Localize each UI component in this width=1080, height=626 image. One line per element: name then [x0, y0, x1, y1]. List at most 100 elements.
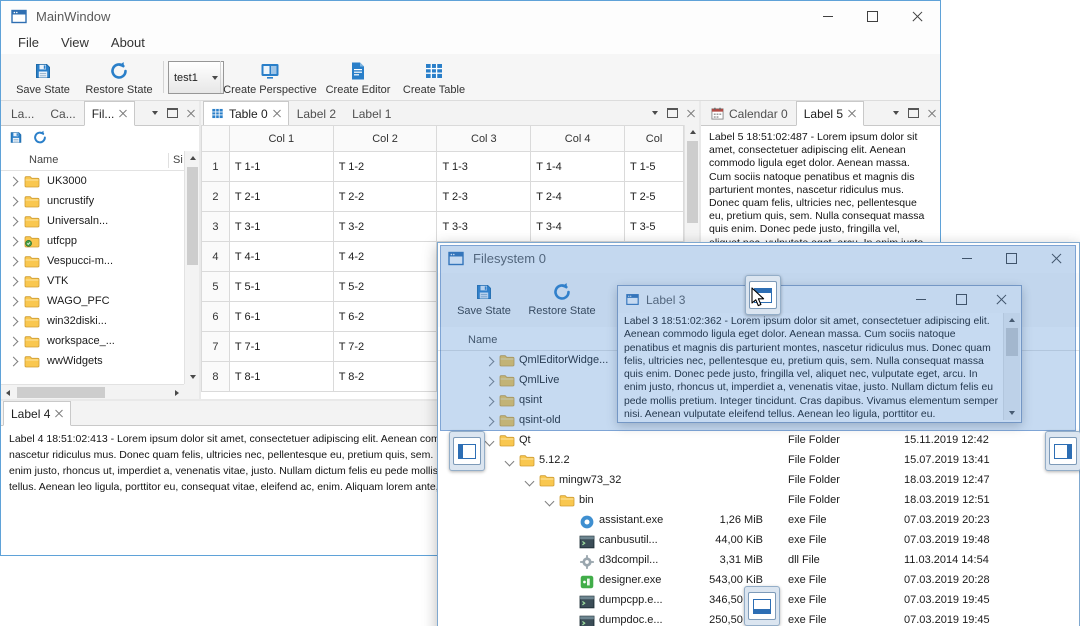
create-table-button[interactable]: Create Table — [399, 57, 469, 96]
create-editor-button[interactable]: Create Editor — [321, 57, 395, 96]
table-column-header[interactable]: Col 1 — [228, 125, 334, 152]
close-button[interactable] — [895, 1, 940, 31]
scrollbar-thumb[interactable] — [687, 141, 698, 223]
float-dock-button[interactable] — [908, 108, 919, 118]
restore-icon[interactable] — [32, 130, 48, 145]
menu-file[interactable]: File — [7, 31, 50, 54]
menu-about[interactable]: About — [100, 31, 156, 54]
size-column-header[interactable]: Si — [173, 154, 183, 166]
tree-item[interactable]: VTK — [1, 271, 184, 291]
restore-state-button[interactable]: Restore State — [81, 57, 157, 96]
tab-calendar-0[interactable]: Calendar 0 — [703, 101, 796, 126]
tab-label-4[interactable]: Label 4 — [3, 401, 72, 426]
table-cell[interactable]: T 1-3 — [436, 151, 532, 182]
tree-item[interactable]: canbusutil... 44,00 KiB exe File 07.03.2019… — [438, 531, 1079, 551]
table-cell[interactable]: T 5-2 — [332, 271, 438, 302]
expand-chevron-icon[interactable] — [8, 316, 19, 326]
tree-item[interactable]: utfcpp — [1, 231, 184, 251]
row-header[interactable]: 4 — [201, 241, 230, 272]
row-header[interactable]: 6 — [201, 301, 230, 332]
table-cell[interactable]: T 2-3 — [436, 181, 532, 212]
tab-filesystem[interactable]: Fil... — [83, 101, 136, 126]
table-cell[interactable]: T 1-5 — [624, 151, 684, 182]
expand-chevron-icon[interactable] — [8, 236, 19, 246]
scroll-up-button[interactable] — [685, 125, 699, 139]
vertical-scrollbar[interactable] — [184, 151, 199, 384]
horizontal-scrollbar[interactable] — [1, 384, 184, 399]
tab-label-1[interactable]: Label 1 — [344, 101, 399, 126]
table-column-header[interactable]: Col 3 — [436, 125, 532, 152]
tab-menu-button[interactable] — [652, 111, 658, 115]
expand-chevron-icon[interactable] — [8, 196, 19, 206]
row-header[interactable]: 2 — [201, 181, 230, 212]
scroll-up-button[interactable] — [185, 151, 199, 165]
expand-chevron-icon[interactable] — [8, 176, 19, 186]
close-dock-button[interactable] — [928, 109, 936, 117]
tree-item[interactable]: bin File Folder 18.03.2019 12:51 — [438, 491, 1079, 511]
tree-item[interactable]: win32diski... — [1, 311, 184, 331]
table-cell[interactable]: T 8-2 — [332, 361, 438, 392]
expand-chevron-icon[interactable] — [8, 216, 19, 226]
tree-item[interactable]: workspace_... — [1, 331, 184, 351]
table-cell[interactable]: T 4-1 — [228, 241, 334, 272]
expand-chevron-icon[interactable] — [8, 336, 19, 346]
menu-view[interactable]: View — [50, 31, 100, 54]
table-cell[interactable]: T 2-5 — [624, 181, 684, 212]
table-column-header[interactable]: Col — [624, 125, 684, 152]
perspective-combobox[interactable]: test1 — [168, 61, 224, 94]
tab-menu-button[interactable] — [893, 111, 899, 115]
table-cell[interactable]: T 2-1 — [228, 181, 334, 212]
scroll-down-button[interactable] — [185, 370, 199, 384]
table-cell[interactable]: T 3-5 — [624, 211, 684, 242]
dock-indicator-left[interactable] — [449, 431, 485, 471]
table-cell[interactable]: T 3-2 — [332, 211, 438, 242]
table-cell[interactable]: T 3-4 — [530, 211, 626, 242]
tree-item[interactable]: WAGO_PFC — [1, 291, 184, 311]
minimize-button[interactable] — [805, 1, 850, 31]
scrollbar-thumb[interactable] — [187, 167, 198, 265]
float-dock-button[interactable] — [167, 108, 178, 118]
table-cell[interactable]: T 1-4 — [530, 151, 626, 182]
close-dock-button[interactable] — [687, 109, 695, 117]
row-header[interactable]: 5 — [201, 271, 230, 302]
dock-indicator-bottom[interactable] — [744, 586, 780, 626]
expand-chevron-icon[interactable] — [8, 356, 19, 366]
table-cell[interactable]: T 1-1 — [228, 151, 334, 182]
tab-table-0[interactable]: Table 0 — [203, 101, 289, 126]
table-cell[interactable]: T 7-2 — [332, 331, 438, 362]
tree-item[interactable]: Universaln... — [1, 211, 184, 231]
tree-item[interactable]: mingw73_32 File Folder 18.03.2019 12:47 — [438, 471, 1079, 491]
main-titlebar[interactable]: MainWindow — [1, 1, 940, 31]
tab-label-2[interactable]: Label 2 — [289, 101, 344, 126]
row-header[interactable]: 1 — [201, 151, 230, 182]
table-cell[interactable]: T 6-1 — [228, 301, 334, 332]
tree-item[interactable]: d3dcompil... 3,31 MiB dll File 11.03.2014 1… — [438, 551, 1079, 571]
float-dock-button[interactable] — [667, 108, 678, 118]
row-header[interactable]: 7 — [201, 331, 230, 362]
expand-chevron-icon[interactable] — [504, 456, 515, 467]
expand-chevron-icon[interactable] — [8, 276, 19, 286]
dock-indicator-right[interactable] — [1045, 431, 1080, 471]
table-cell[interactable]: T 7-1 — [228, 331, 334, 362]
table-column-header[interactable]: Col 4 — [530, 125, 626, 152]
scrollbar-thumb[interactable] — [17, 387, 105, 398]
expand-chevron-icon[interactable] — [544, 496, 555, 507]
expand-chevron-icon[interactable] — [484, 436, 495, 447]
expand-chevron-icon[interactable] — [524, 476, 535, 487]
create-perspective-button[interactable]: Create Perspective — [223, 57, 317, 96]
tree-item[interactable]: UK3000 — [1, 171, 184, 191]
tab-close-icon[interactable] — [55, 410, 63, 418]
name-column-header[interactable]: Name — [29, 154, 58, 166]
table-cell[interactable]: T 1-2 — [332, 151, 438, 182]
table-cell[interactable]: T 2-4 — [530, 181, 626, 212]
expand-chevron-icon[interactable] — [8, 296, 19, 306]
scroll-left-button[interactable] — [1, 385, 15, 399]
row-header[interactable]: 3 — [201, 211, 230, 242]
tab-close-icon[interactable] — [119, 110, 127, 118]
table-cell[interactable]: T 6-2 — [332, 301, 438, 332]
save-icon[interactable] — [8, 130, 24, 145]
close-dock-button[interactable] — [187, 109, 195, 117]
table-column-header[interactable]: Col 2 — [332, 125, 438, 152]
tab-close-icon[interactable] — [848, 110, 856, 118]
tree-item[interactable]: assistant.exe 1,26 MiB exe File 07.03.2019 … — [438, 511, 1079, 531]
